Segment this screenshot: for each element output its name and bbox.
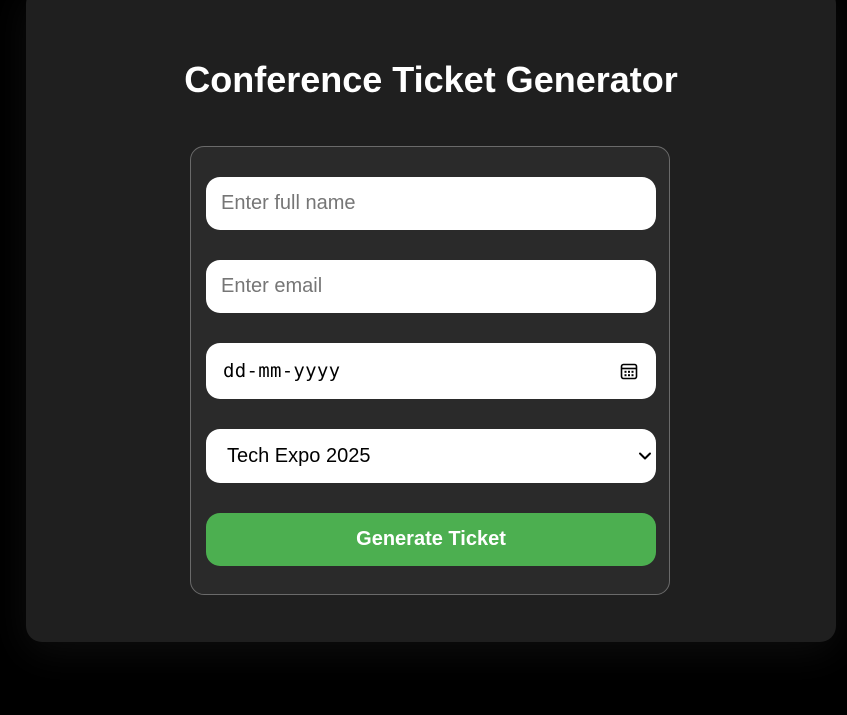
generate-ticket-button[interactable]: Generate Ticket bbox=[206, 513, 656, 566]
full-name-input[interactable] bbox=[206, 177, 656, 230]
calendar-icon[interactable] bbox=[619, 361, 639, 381]
chevron-down-icon bbox=[638, 449, 652, 463]
date-input[interactable]: dd-mm-yyyy bbox=[206, 343, 656, 399]
date-placeholder: dd-mm-yyyy bbox=[223, 360, 341, 382]
email-input[interactable] bbox=[206, 260, 656, 313]
ticket-generator-card: Conference Ticket Generator dd-mm-yyyy bbox=[26, 0, 836, 642]
ticket-form: dd-mm-yyyy Tech Expo 2025 bbox=[190, 146, 670, 595]
event-select[interactable]: Tech Expo 2025 bbox=[206, 429, 656, 483]
page-title: Conference Ticket Generator bbox=[184, 59, 678, 100]
event-select-value: Tech Expo 2025 bbox=[227, 444, 371, 467]
